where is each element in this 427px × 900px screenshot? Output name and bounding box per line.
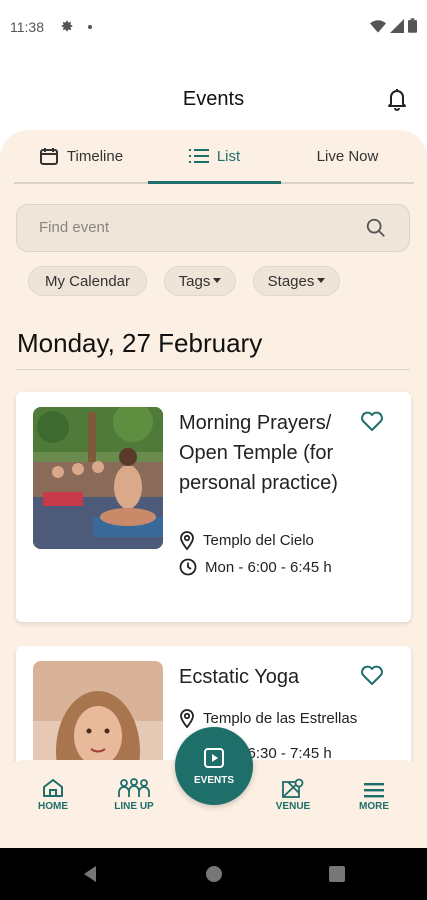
- tab-label: List: [216, 147, 241, 165]
- event-title: Morning Prayers/ Open Temple (for person…: [179, 412, 338, 494]
- tab-list[interactable]: List: [148, 130, 281, 182]
- venue-text: Templo del Cielo: [203, 531, 314, 549]
- recents-icon: [329, 866, 345, 882]
- status-bar: 11:38: [0, 0, 427, 56]
- home-circle-icon: [206, 866, 222, 882]
- event-venue: Templo de las Estrellas: [179, 708, 357, 728]
- location-pin-icon: [180, 531, 194, 550]
- time-text: Mon - 6:00 - 6:45 h: [205, 558, 332, 576]
- system-navigation-bar: [0, 848, 427, 900]
- divider: [16, 369, 410, 370]
- wifi-icon: [370, 19, 386, 33]
- calendar-icon: [39, 148, 58, 165]
- status-time: 11:38: [10, 19, 44, 35]
- nav-label: LINE UP: [114, 801, 154, 812]
- play-video-icon: [204, 747, 224, 768]
- map-pin-icon: [282, 778, 304, 798]
- battery-icon: [408, 18, 417, 33]
- caret-down-icon: [317, 278, 326, 283]
- back-icon: [84, 866, 96, 882]
- search-input[interactable]: [39, 219, 339, 236]
- app-bar: Events: [0, 56, 427, 140]
- nav-label: HOME: [38, 801, 68, 812]
- tab-timeline[interactable]: Timeline: [14, 130, 148, 182]
- nav-more[interactable]: MORE: [339, 782, 409, 812]
- nav-venue[interactable]: VENUE: [258, 778, 328, 812]
- venue-text: Templo de las Estrellas: [203, 709, 358, 727]
- bell-icon[interactable]: [385, 86, 409, 117]
- clock-icon: [179, 558, 197, 576]
- nav-home[interactable]: HOME: [18, 778, 88, 812]
- signal-icon: [390, 18, 404, 33]
- filter-stages[interactable]: Stages: [253, 266, 340, 296]
- heart-icon[interactable]: [360, 410, 384, 437]
- nav-label: VENUE: [275, 801, 311, 812]
- filter-my-calendar[interactable]: My Calendar: [28, 266, 147, 296]
- nav-label: MORE: [359, 801, 389, 812]
- filter-label: My Calendar: [44, 272, 131, 290]
- list-icon: [188, 149, 209, 163]
- event-time: Mon - 6:00 - 6:45 h: [179, 558, 332, 576]
- date-heading: Monday, 27 February: [17, 328, 263, 358]
- heart-icon[interactable]: [360, 664, 384, 691]
- status-indicators: [370, 18, 417, 33]
- event-venue: Templo del Cielo: [179, 530, 314, 550]
- event-image: [33, 407, 163, 549]
- active-tab-indicator: [148, 181, 281, 184]
- tab-label: Live Now: [316, 147, 379, 165]
- view-tabs: Timeline List Live Now: [14, 130, 414, 184]
- caret-down-icon: [213, 278, 222, 283]
- location-pin-icon: [180, 709, 194, 728]
- tab-live-now[interactable]: Live Now: [281, 130, 414, 182]
- nav-label: EVENTS: [193, 774, 234, 786]
- filter-label: Stages: [267, 272, 315, 290]
- menu-icon: [364, 783, 384, 798]
- search-icon[interactable]: [365, 217, 387, 244]
- nav-events-button[interactable]: EVENTS: [175, 727, 253, 805]
- people-icon: [118, 778, 150, 797]
- filter-label: Tags: [178, 272, 211, 290]
- home-icon: [43, 779, 63, 797]
- page-title: Events: [182, 88, 245, 110]
- notification-dot-icon: [88, 25, 92, 29]
- nav-lineup[interactable]: LINE UP: [99, 778, 169, 812]
- event-card[interactable]: Morning Prayers/ Open Temple (for person…: [16, 392, 411, 622]
- settings-gear-icon: [60, 19, 74, 38]
- search-bar: [16, 204, 410, 252]
- tab-label: Timeline: [66, 147, 124, 165]
- filter-tags[interactable]: Tags: [164, 266, 236, 296]
- event-title: Ecstatic Yoga: [179, 666, 300, 688]
